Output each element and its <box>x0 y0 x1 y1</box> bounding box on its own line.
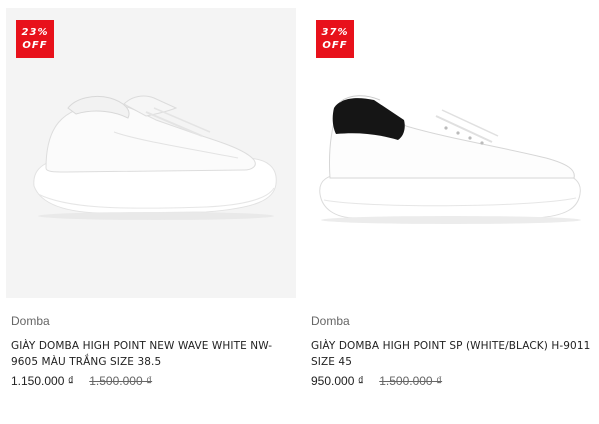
product-image-link[interactable]: 37% OFF <box>306 8 596 298</box>
original-price: 1.500.000 ₫ <box>379 374 443 388</box>
product-card[interactable]: 37% OFF Domba GIÀY DOMBA HIGH POINT SP (… <box>306 8 596 408</box>
sale-price: 950.000 ₫ <box>311 374 364 388</box>
discount-percent: 23% <box>21 27 49 38</box>
discount-percent: 37% <box>321 27 349 38</box>
discount-badge: 37% OFF <box>316 20 354 58</box>
product-brand[interactable]: Domba <box>311 314 350 328</box>
product-prices: 950.000 ₫ 1.500.000 ₫ <box>311 374 442 388</box>
product-grid: 23% OFF Domba GIÀY DOMBA HIGH POINT NEW … <box>0 0 599 424</box>
product-title[interactable]: GIÀY DOMBA HIGH POINT NEW WAVE WHITE NW-… <box>11 338 296 370</box>
product-card[interactable]: 23% OFF Domba GIÀY DOMBA HIGH POINT NEW … <box>6 8 296 408</box>
discount-off-label: OFF <box>322 40 348 51</box>
product-brand[interactable]: Domba <box>11 314 50 328</box>
discount-off-label: OFF <box>22 40 48 51</box>
original-price: 1.500.000 ₫ <box>89 374 153 388</box>
sale-price: 1.150.000 ₫ <box>11 374 74 388</box>
product-image-link[interactable]: 23% OFF <box>6 8 296 298</box>
discount-badge: 23% OFF <box>16 20 54 58</box>
product-prices: 1.150.000 ₫ 1.500.000 ₫ <box>11 374 152 388</box>
product-title[interactable]: GIÀY DOMBA HIGH POINT SP (WHITE/BLACK) H… <box>311 338 596 370</box>
